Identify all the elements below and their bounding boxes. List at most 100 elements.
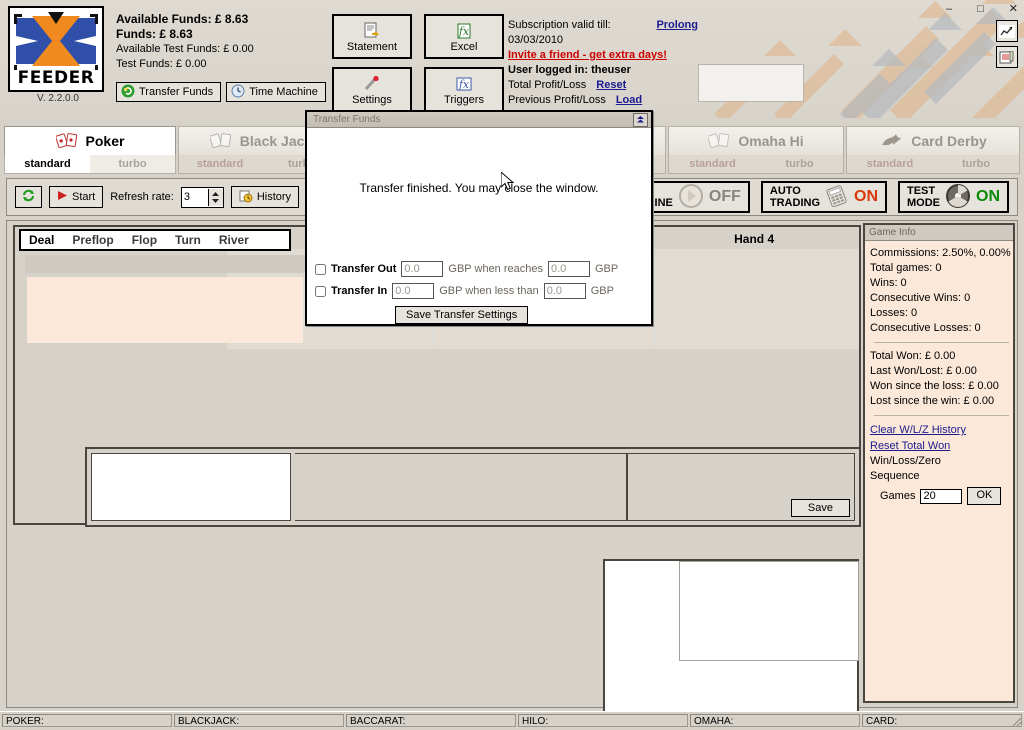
tab-omaha-hi-top[interactable]: Omaha Hi [668, 126, 844, 155]
transfer-in-unit: GBP [590, 285, 614, 297]
tab-poker-top[interactable]: Poker [4, 126, 176, 155]
divider [874, 342, 1009, 343]
status-card: CARD: [862, 713, 1022, 727]
tab-poker[interactable]: Poker standard turbo [4, 126, 176, 174]
tab-card-derby[interactable]: Card Derby standard turbo [846, 126, 1020, 174]
tab-card-derby-standard[interactable]: standard [847, 155, 933, 173]
reset-total-won-link[interactable]: Reset Total Won [870, 438, 1013, 454]
time-machine-label: Time Machine [249, 86, 318, 98]
funds-block: Available Funds: £ 8.63 Funds: £ 8.63 Av… [116, 12, 326, 72]
secondary-output-panel [679, 561, 859, 661]
test-mode-toggle[interactable]: TEST MODE ON [898, 181, 1009, 213]
svg-text:fx: fx [458, 78, 470, 91]
hand-4-body [649, 249, 859, 349]
tab-blackjack-standard[interactable]: standard [179, 155, 261, 173]
close-icon[interactable]: ✕ [1009, 3, 1018, 15]
horse-icon [879, 132, 905, 151]
clock-icon [231, 84, 245, 101]
tab-omaha-hi-standard[interactable]: standard [669, 155, 756, 173]
settings-button[interactable]: Settings [332, 67, 412, 112]
street-turn[interactable]: Turn [175, 233, 201, 247]
header: – □ ✕ FEEDER V. 2.2.0.0 Available Funds:… [0, 0, 1024, 118]
excel-button[interactable]: fx Excel [424, 14, 504, 59]
resize-grip-icon[interactable] [1010, 715, 1022, 727]
stepper-arrows-icon[interactable] [207, 188, 223, 206]
window-controls[interactable]: – □ ✕ [946, 2, 1018, 16]
load-link[interactable]: Load [616, 93, 642, 108]
street-river[interactable]: River [219, 233, 249, 247]
game-info-body: Commissions: 2.50%, 0.00% Total games: 0… [865, 241, 1013, 505]
street-deal[interactable]: Deal [29, 233, 54, 247]
tab-card-derby-turbo[interactable]: turbo [933, 155, 1019, 173]
available-funds: Available Funds: £ 8.63 [116, 12, 249, 26]
refresh-button[interactable] [15, 186, 42, 208]
calculator-icon [825, 184, 849, 210]
tab-poker-label: Poker [85, 133, 125, 149]
auto-trading-state: ON [854, 188, 878, 205]
tab-card-derby-label: Card Derby [911, 133, 987, 149]
transfer-out-label: Transfer Out [331, 263, 397, 275]
app-logo: FEEDER V. 2.2.0.0 [8, 6, 108, 106]
lower-control-panel: Save [85, 447, 861, 527]
history-button[interactable]: History [230, 186, 300, 208]
transfer-in-checkbox[interactable] [315, 285, 326, 297]
refresh-icon [22, 189, 35, 205]
transfer-settings: Transfer Out GBP when reaches GBP Transf… [315, 258, 643, 302]
street-preflop[interactable]: Preflop [72, 233, 113, 247]
gi-consecutive-wins: Consecutive Wins: 0 [870, 292, 971, 304]
start-button[interactable]: Start [49, 186, 104, 208]
transfer-in-row: Transfer In GBP when less than GBP [315, 280, 643, 302]
user-logged-in: User logged in: theuser [508, 64, 631, 76]
clear-wlz-history-link[interactable]: Clear W/L/Z History [870, 422, 1013, 438]
status-hilo: HILO: [518, 713, 688, 727]
triggers-icon: fx [455, 74, 473, 94]
auto-trading-toggle[interactable]: AUTO TRADING ON [760, 181, 887, 213]
street-tabs: Deal Preflop Flop Turn River [19, 229, 291, 251]
games-input[interactable] [920, 488, 963, 504]
transfer-out-unit: GBP [594, 263, 619, 275]
transfer-in-amount[interactable] [392, 283, 435, 299]
status-baccarat: BACCARAT: [346, 713, 516, 727]
hand-1-detail-box [27, 277, 303, 343]
tab-omaha-hi-turbo[interactable]: turbo [756, 155, 843, 173]
refresh-rate-input[interactable] [181, 190, 208, 204]
chevron-up-icon[interactable] [633, 112, 648, 127]
invite-link[interactable]: Invite a friend - get extra days! [508, 48, 698, 63]
tab-poker-standard[interactable]: standard [5, 155, 90, 173]
tab-card-derby-subtabs: standard turbo [846, 155, 1020, 174]
chart-icon[interactable] [996, 20, 1018, 42]
transfer-out-threshold[interactable] [547, 261, 590, 277]
application-window: – □ ✕ FEEDER V. 2.2.0.0 Available Funds:… [0, 0, 1024, 728]
history-icon [239, 189, 253, 206]
games-ok-button[interactable]: OK [967, 487, 1002, 505]
minimize-icon[interactable]: – [946, 3, 952, 15]
tab-omaha-hi-subtabs: standard turbo [668, 155, 844, 174]
game-info-title: Game Info [865, 225, 1013, 241]
transfer-out-checkbox[interactable] [315, 263, 326, 275]
report-icon[interactable] [996, 46, 1018, 68]
gi-sequence-line2: Sequence [870, 470, 920, 482]
street-flop[interactable]: Flop [132, 233, 157, 247]
transfer-funds-button[interactable]: Transfer Funds [116, 82, 222, 102]
save-transfer-settings-button[interactable]: Save Transfer Settings [395, 306, 529, 324]
statement-button[interactable]: Statement [332, 14, 412, 59]
transfer-out-amount[interactable] [401, 261, 444, 277]
maximize-icon[interactable]: □ [977, 3, 984, 15]
status-poker: POKER: [2, 713, 172, 727]
tab-card-derby-top[interactable]: Card Derby [846, 126, 1020, 155]
auto-trading-line2: TRADING [769, 197, 820, 209]
hand-column-4: Hand 4 [649, 229, 859, 349]
transfer-in-threshold[interactable] [543, 283, 586, 299]
refresh-rate-stepper[interactable] [180, 186, 224, 208]
transfer-in-condition: GBP when less than [439, 285, 539, 297]
reset-link[interactable]: Reset [596, 78, 626, 93]
prolong-link[interactable]: Prolong [656, 18, 698, 48]
time-machine-button[interactable]: Time Machine [226, 82, 326, 102]
transfer-icon [121, 84, 135, 101]
tab-omaha-hi[interactable]: Omaha Hi standard turbo [668, 126, 844, 174]
main-tool-buttons: Statement fx Excel Settings fx Triggers [332, 14, 504, 112]
triggers-button[interactable]: fx Triggers [424, 67, 504, 112]
save-button[interactable]: Save [790, 499, 850, 517]
tab-poker-turbo[interactable]: turbo [90, 155, 175, 173]
street-divider [25, 255, 305, 273]
